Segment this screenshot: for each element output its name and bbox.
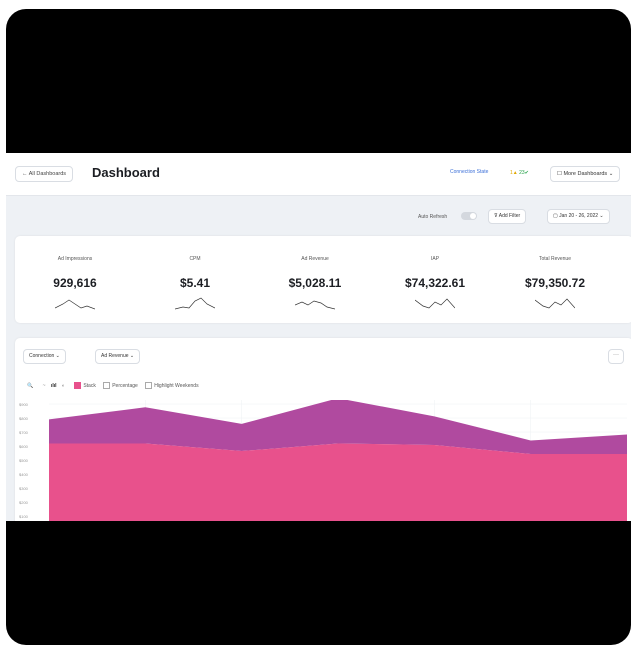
metric-cpm[interactable]: CPM $5.41 bbox=[135, 236, 255, 323]
y-tick-label: $500 bbox=[19, 458, 28, 463]
percentage-option[interactable]: Percentage bbox=[103, 382, 138, 389]
y-tick-label: $600 bbox=[19, 444, 28, 449]
percentage-label: Percentage bbox=[112, 382, 138, 389]
y-tick-label: $300 bbox=[19, 486, 28, 491]
y-tick-label: $900 bbox=[19, 402, 28, 407]
chart-mode-group: ~ ılıl ◐ bbox=[41, 383, 67, 389]
date-range-picker[interactable]: ▢ Jan 20 - 26, 2022 ⌄ bbox=[547, 209, 610, 224]
top-bar: ← All Dashboards Dashboard Connection St… bbox=[6, 153, 631, 196]
sparkline bbox=[55, 299, 95, 310]
connection-status-badge[interactable]: 1▲ 23✔ bbox=[506, 166, 533, 180]
add-filter-button[interactable]: ⊽ Add Filter bbox=[488, 209, 527, 224]
y-tick-label: $200 bbox=[19, 500, 28, 505]
video-frame: ← All Dashboards Dashboard Connection St… bbox=[6, 9, 631, 645]
metric-label: Ad Impressions bbox=[57, 256, 93, 262]
metric-value: $5.41 bbox=[179, 276, 211, 290]
dashboard-screen: ← All Dashboards Dashboard Connection St… bbox=[6, 153, 631, 521]
zoom-icon[interactable]: 🔍 bbox=[27, 383, 33, 389]
chart-menu-button[interactable]: ··· bbox=[608, 349, 624, 364]
warning-count: 1▲ bbox=[510, 170, 518, 176]
metric-ad-revenue[interactable]: Ad Revenue $5,028.11 bbox=[255, 236, 375, 323]
stack-checkbox[interactable] bbox=[74, 382, 82, 389]
y-tick-label: $700 bbox=[19, 430, 28, 435]
highlight-weekends-checkbox[interactable] bbox=[145, 382, 153, 389]
pie-mode-button[interactable]: ◐ bbox=[60, 383, 67, 389]
stack-label: Stack bbox=[83, 382, 96, 389]
page-title: Dashboard bbox=[92, 165, 160, 180]
metric-label: CPM bbox=[189, 256, 201, 262]
sparkline bbox=[175, 297, 215, 310]
auto-refresh-label: Auto Refresh bbox=[418, 214, 448, 220]
metric-value: 929,616 bbox=[53, 276, 97, 290]
chart-toolbar: 🔍 ~ ılıl ◐ Stack Percentage Highlight We… bbox=[27, 382, 205, 392]
metric-label: Total Revenue bbox=[539, 256, 571, 262]
y-tick-label: $100 bbox=[19, 514, 28, 519]
metric-total-revenue[interactable]: Total Revenue $79,350.72 bbox=[495, 236, 615, 323]
highlight-weekends-label: Highlight Weekends bbox=[154, 382, 199, 389]
ok-count: 23✔ bbox=[519, 170, 529, 176]
line-mode-button[interactable]: ~ bbox=[41, 383, 48, 389]
area-chart bbox=[49, 400, 627, 521]
metric-value: $74,322.61 bbox=[404, 276, 466, 290]
y-tick-label: $800 bbox=[19, 416, 28, 421]
metric-iap[interactable]: IAP $74,322.61 bbox=[375, 236, 495, 323]
bar-mode-button[interactable]: ılıl bbox=[49, 383, 59, 389]
more-dashboards-button[interactable]: ☐ More Dashboards ⌄ bbox=[550, 166, 621, 182]
all-dashboards-button[interactable]: ← All Dashboards bbox=[15, 166, 74, 182]
metric-label: Ad Revenue bbox=[301, 256, 329, 262]
metric-dropdown[interactable]: Ad Revenue ⌄ bbox=[95, 349, 141, 364]
connection-state-link[interactable]: Connection State bbox=[450, 169, 488, 175]
sparkline bbox=[415, 298, 455, 309]
stack-option[interactable]: Stack bbox=[74, 382, 96, 389]
metric-label: IAP bbox=[430, 256, 440, 262]
dimension-dropdown[interactable]: Connection ⌄ bbox=[23, 349, 66, 364]
y-tick-label: $400 bbox=[19, 472, 28, 477]
sparkline bbox=[535, 298, 575, 309]
metric-ad-impressions[interactable]: Ad Impressions 929,616 bbox=[15, 236, 135, 323]
y-axis: $900 $800 $700 $600 $500 $400 $300 $200 $100 bbox=[19, 396, 45, 521]
chart-card: Connection ⌄ Ad Revenue ⌄ ··· 🔍 ~ ılıl ◐… bbox=[15, 338, 631, 521]
highlight-weekends-option[interactable]: Highlight Weekends bbox=[145, 382, 199, 389]
metric-value: $5,028.11 bbox=[288, 276, 342, 290]
percentage-checkbox[interactable] bbox=[103, 382, 111, 389]
auto-refresh-toggle[interactable] bbox=[461, 212, 477, 220]
area-series-0[interactable] bbox=[49, 443, 627, 521]
sparkline bbox=[295, 300, 335, 310]
metric-value: $79,350.72 bbox=[524, 276, 586, 290]
metrics-card: Ad Impressions 929,616 CPM $5.41 Ad Reve… bbox=[15, 236, 631, 323]
